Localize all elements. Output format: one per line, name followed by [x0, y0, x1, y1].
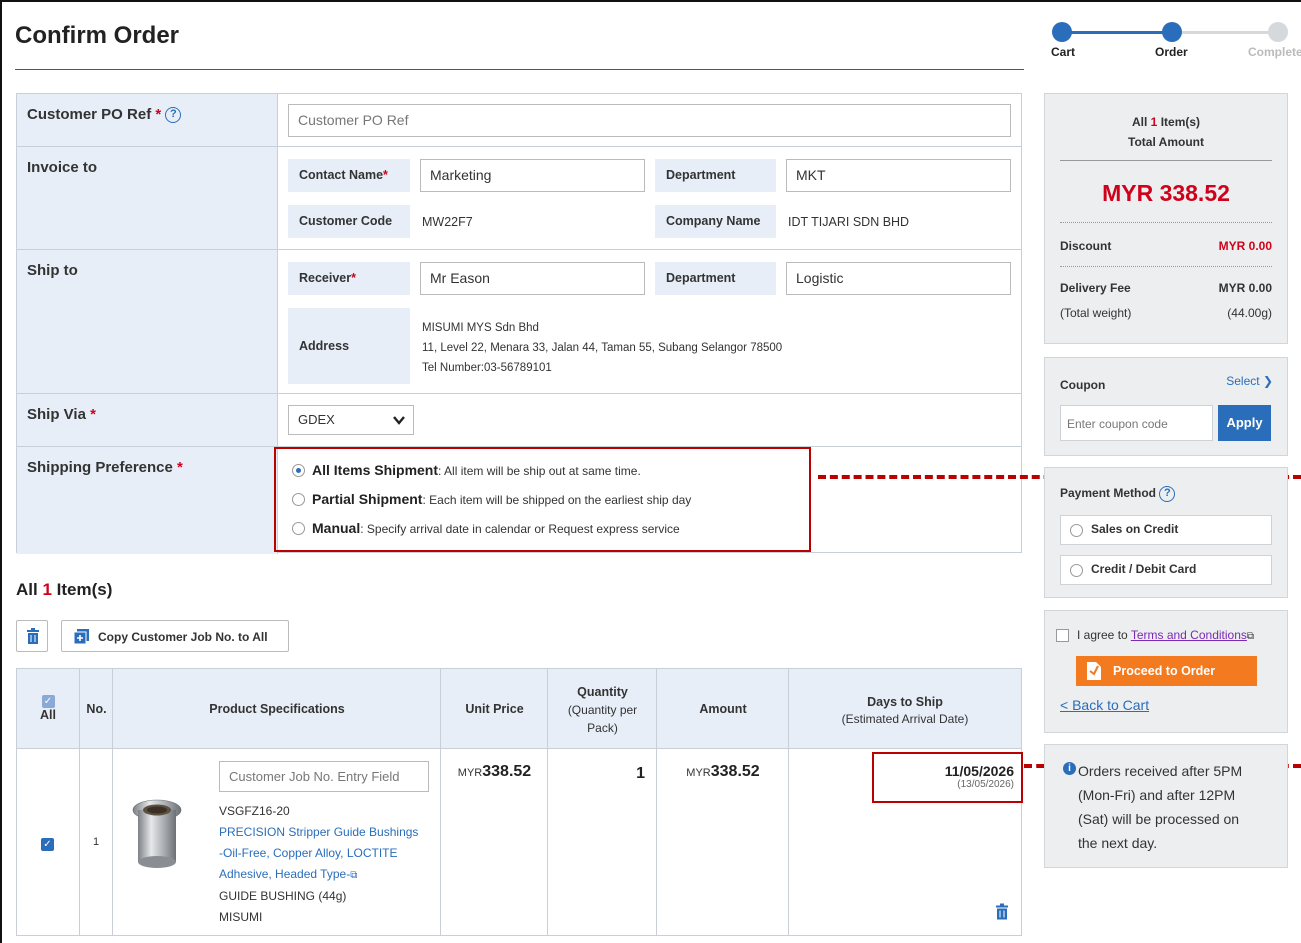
- terms-link[interactable]: Terms and Conditions: [1131, 628, 1247, 642]
- copy-job-no-button[interactable]: Copy Customer Job No. to All: [61, 620, 289, 652]
- weight-label: (Total weight): [1060, 306, 1132, 320]
- header-amount: Amount: [699, 702, 747, 716]
- coupon-panel: Coupon Select ❯ Enter coupon code Apply: [1044, 357, 1288, 456]
- total-amount: MYR 338.52: [1102, 180, 1230, 206]
- header-no: No.: [86, 702, 107, 716]
- ship-department-field[interactable]: Logistic: [786, 262, 1011, 295]
- address-label: Address: [288, 308, 410, 384]
- weight-value: (44.00g): [1227, 306, 1272, 320]
- title-divider: [15, 69, 1024, 70]
- customer-code-label: Customer Code: [288, 205, 410, 238]
- invoice-department-label: Department: [655, 159, 776, 192]
- page-title: Confirm Order: [15, 22, 180, 49]
- quantity-value: 1: [636, 765, 645, 782]
- step-dot-complete: [1268, 22, 1288, 42]
- step-dot-order: [1162, 22, 1182, 42]
- row-number: 1: [93, 836, 100, 848]
- invoice-department-field[interactable]: MKT: [786, 159, 1011, 192]
- trash-icon[interactable]: [996, 903, 1008, 920]
- trash-icon: [27, 628, 39, 644]
- items-title: All 1 Item(s): [16, 580, 113, 599]
- customer-job-input[interactable]: Customer Job No. Entry Field: [219, 761, 429, 792]
- order-summary: All 1 Item(s) Total Amount MYR 338.52 Di…: [1044, 93, 1288, 344]
- product-brand: MISUMI: [219, 910, 263, 924]
- ship-via-select[interactable]: GDEX: [288, 405, 414, 435]
- step-line-done: [1062, 31, 1172, 34]
- company-name-label: Company Name: [655, 205, 776, 238]
- help-icon[interactable]: ?: [1159, 486, 1176, 502]
- radio-unselected[interactable]: [1070, 524, 1083, 537]
- contact-name-field[interactable]: Marketing: [420, 159, 645, 192]
- unit-price: MYR338.52: [457, 763, 532, 780]
- amount-value: MYR338.52: [686, 763, 760, 780]
- highlight-box-ship-date: [872, 752, 1023, 803]
- apply-button[interactable]: Apply: [1218, 405, 1271, 441]
- coupon-select-link[interactable]: Select ❯: [1226, 374, 1273, 388]
- proceed-button[interactable]: Proceed to Order: [1076, 656, 1257, 686]
- company-name-value: IDT TIJARI SDN BHD: [788, 215, 910, 229]
- ship-via-label: Ship Via *: [17, 394, 278, 446]
- info-icon: i: [1063, 762, 1076, 775]
- radio-unselected[interactable]: [1070, 564, 1083, 577]
- select-all-checkbox[interactable]: ✓: [41, 695, 55, 708]
- product-info: VSGFZ16-20 PRECISION Stripper Guide Bush…: [219, 801, 439, 928]
- discount-label: Discount: [1060, 239, 1112, 253]
- contact-name-label: Contact Name*: [288, 159, 410, 192]
- step-label-cart: Cart: [1051, 45, 1076, 59]
- step-dot-cart: [1052, 22, 1072, 42]
- product-type: GUIDE BUSHING (44g): [219, 889, 347, 903]
- notice-text: Orders received after 5PM (Mon-Fri) and …: [1078, 763, 1243, 851]
- ship-via-row: Ship Via * GDEX: [17, 394, 1021, 447]
- external-link-icon: ⧉: [350, 870, 358, 881]
- payment-panel: Payment Method ? Sales on Credit Credit …: [1044, 467, 1288, 598]
- receiver-label: Receiver*: [288, 262, 410, 295]
- chevron-down-icon: [393, 416, 405, 425]
- highlight-box-shipping: [274, 447, 811, 552]
- coupon-label: Coupon: [1060, 378, 1106, 392]
- receiver-field[interactable]: Mr Eason: [420, 262, 645, 295]
- ship-to-row: Ship to Receiver* Mr Eason Department Lo…: [17, 250, 1021, 394]
- product-image: [132, 799, 182, 868]
- delivery-label: Delivery Fee: [1060, 281, 1131, 295]
- header-unit-price: Unit Price: [465, 702, 524, 716]
- customer-po-row: Customer PO Ref * ? Customer PO Ref: [17, 94, 1021, 147]
- payment-label: Payment Method ?: [1060, 486, 1176, 502]
- discount-value: MYR 0.00: [1218, 239, 1272, 253]
- agree-text: I agree to Terms and Conditions⧉: [1077, 628, 1255, 642]
- step-label-order: Order: [1155, 45, 1188, 59]
- delivery-value: MYR 0.00: [1218, 281, 1272, 295]
- agree-checkbox[interactable]: [1056, 629, 1069, 642]
- customer-code-value: MW22F7: [422, 215, 473, 229]
- header-product: Product Specifications: [209, 702, 345, 716]
- customer-po-label: Customer PO Ref * ?: [17, 94, 278, 146]
- address-value: MISUMI MYS Sdn Bhd 11, Level 22, Menara …: [422, 322, 783, 374]
- ship-department-label: Department: [655, 262, 776, 295]
- select-all-header: ✓ All: [40, 695, 56, 722]
- header-days-to-ship: Days to Ship (Estimated Arrival Date): [841, 695, 969, 726]
- summary-items: All 1 Item(s) Total Amount: [1128, 115, 1204, 149]
- help-icon[interactable]: ?: [165, 107, 182, 124]
- invoice-row: Invoice to Contact Name* Marketing Depar…: [17, 147, 1021, 250]
- row-checkbox[interactable]: ✓: [41, 835, 54, 851]
- back-to-cart-link[interactable]: < Back to Cart: [1060, 697, 1149, 713]
- external-link-icon: ⧉: [1246, 631, 1255, 642]
- delete-all-button[interactable]: [16, 620, 48, 652]
- checkout-panel: I agree to Terms and Conditions⧉ Proceed…: [1044, 610, 1288, 733]
- shipping-preference-label: Shipping Preference *: [17, 447, 278, 554]
- copy-icon: [74, 629, 89, 644]
- customer-po-input[interactable]: Customer PO Ref: [288, 104, 1011, 137]
- invoice-label: Invoice to: [17, 147, 278, 249]
- payment-option-card[interactable]: Credit / Debit Card: [1060, 555, 1272, 585]
- product-link[interactable]: PRECISION Stripper Guide Bushings -Oil-F…: [219, 822, 439, 886]
- step-line-pending: [1172, 31, 1278, 34]
- step-label-complete: Complete: [1248, 45, 1301, 59]
- payment-option-credit[interactable]: Sales on Credit: [1060, 515, 1272, 545]
- part-number: VSGFZ16-20: [219, 804, 290, 818]
- notice-panel: i Orders received after 5PM (Mon-Fri) an…: [1044, 744, 1288, 868]
- coupon-input[interactable]: Enter coupon code: [1060, 405, 1213, 441]
- ship-to-label: Ship to: [17, 250, 278, 393]
- order-icon: [1087, 662, 1101, 680]
- header-quantity: Quantity (Quantity per Pack): [567, 685, 638, 735]
